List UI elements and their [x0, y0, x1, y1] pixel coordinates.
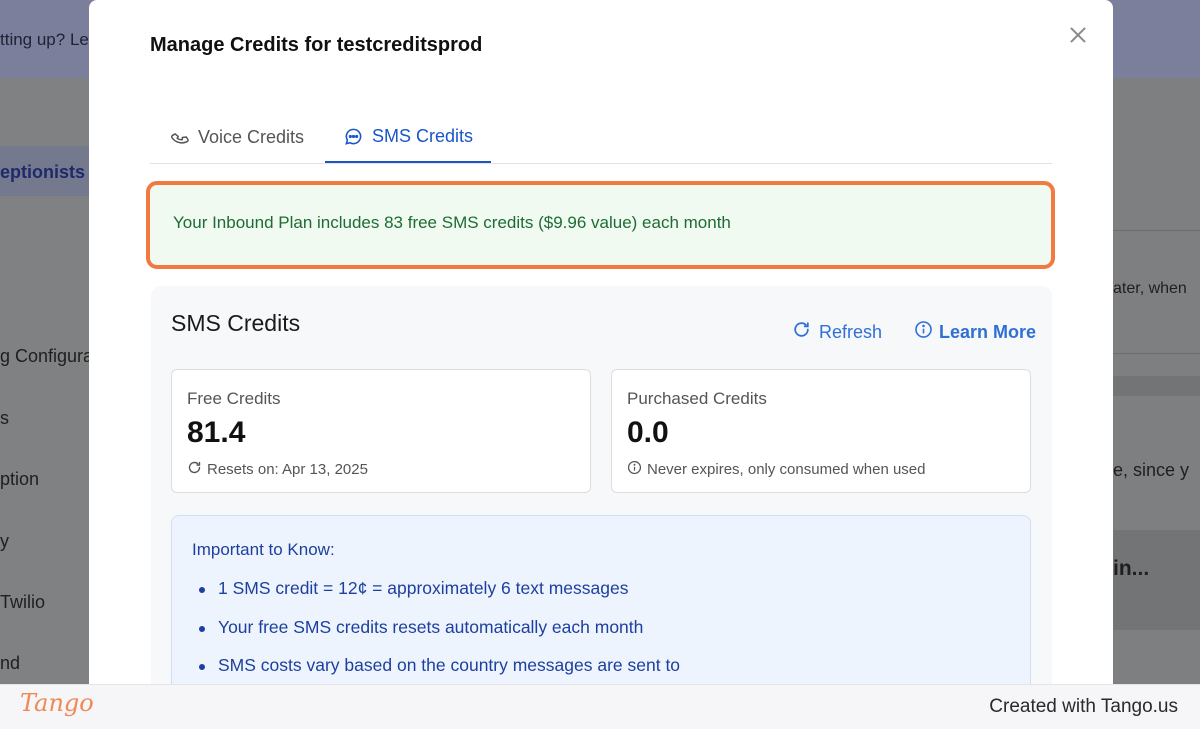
info-icon	[914, 320, 933, 344]
background-sidebar-item: g Configura	[0, 346, 94, 366]
background-text: in...	[1113, 557, 1150, 580]
tango-logo: Tango	[20, 689, 94, 717]
chat-bubble-icon	[344, 127, 363, 146]
background-banner-text: tting up? Le	[0, 30, 89, 49]
tab-label: SMS Credits	[372, 126, 474, 146]
list-item: Your free SMS credits resets automatical…	[192, 617, 680, 656]
card-title: SMS Credits	[171, 310, 301, 336]
learn-more-button[interactable]: Learn More	[914, 320, 1036, 344]
purchased-credits-box: Purchased Credits 0.0 Never expires, onl…	[611, 369, 1031, 493]
background-text: ater, when	[1113, 280, 1187, 297]
tango-footer: Tango Created with Tango.us	[0, 684, 1200, 729]
background-divider	[1113, 230, 1200, 231]
refresh-icon	[792, 320, 811, 344]
background-sidebar-item: ption	[0, 469, 40, 489]
credits-tabs: Voice Credits SMS Credits	[150, 112, 1052, 164]
reset-date-text: Resets on: Apr 13, 2025	[207, 461, 368, 478]
list-item: SMS costs vary based on the country mess…	[192, 655, 680, 684]
info-icon	[627, 460, 642, 479]
background-sidebar-item: s	[0, 408, 9, 428]
reset-icon	[187, 460, 202, 479]
phone-icon	[171, 129, 189, 147]
background-sidebar-item: y	[0, 531, 9, 551]
list-item: 1 SMS credit = 12¢ = approximately 6 tex…	[192, 578, 680, 617]
free-credits-label: Free Credits	[187, 389, 281, 408]
refresh-label: Refresh	[819, 321, 883, 342]
info-title: Important to Know:	[192, 540, 335, 559]
tab-label: Voice Credits	[198, 127, 305, 147]
purchased-credits-label: Purchased Credits	[627, 389, 767, 408]
purchased-credits-value: 0.0	[627, 416, 669, 449]
important-info-box: Important to Know: 1 SMS credit = 12¢ = …	[171, 515, 1031, 684]
learn-more-label: Learn More	[939, 321, 1037, 342]
background-sidebar-item: Twilio	[0, 592, 46, 612]
background-text: e, since y	[1113, 460, 1190, 480]
background-divider	[1113, 353, 1200, 354]
manage-credits-modal: Manage Credits for testcreditsprod Voice…	[89, 0, 1113, 684]
free-credits-note: Resets on: Apr 13, 2025	[187, 460, 368, 479]
footer-credit: Created with Tango.us	[989, 696, 1178, 717]
background-sidebar-item: eptionists	[0, 162, 86, 182]
sms-credits-card: SMS Credits Refresh Learn More Free Cred…	[151, 286, 1052, 684]
never-expires-text: Never expires, only consumed when used	[647, 461, 926, 478]
plan-notice: Your Inbound Plan includes 83 free SMS c…	[146, 181, 1055, 269]
background-sidebar-item: nd	[0, 653, 21, 673]
modal-title: Manage Credits for testcreditsprod	[150, 34, 483, 56]
free-credits-box: Free Credits 81.4 Resets on: Apr 13, 202…	[171, 369, 591, 493]
refresh-button[interactable]: Refresh	[792, 320, 882, 344]
plan-notice-text: Your Inbound Plan includes 83 free SMS c…	[173, 213, 731, 232]
close-icon[interactable]	[1065, 22, 1091, 48]
free-credits-value: 81.4	[187, 416, 246, 449]
tab-sms-credits[interactable]: SMS Credits	[325, 112, 491, 163]
background-panel-strip	[1113, 376, 1200, 396]
tab-voice-credits[interactable]: Voice Credits	[171, 112, 304, 163]
info-list: 1 SMS credit = 12¢ = approximately 6 tex…	[192, 578, 680, 684]
purchased-credits-note: Never expires, only consumed when used	[627, 460, 925, 479]
